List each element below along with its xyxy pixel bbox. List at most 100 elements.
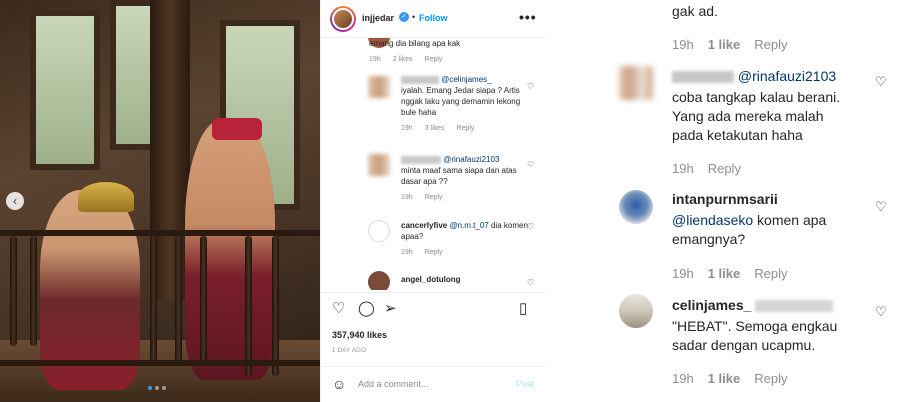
comment-text: komen apa: [757, 212, 827, 228]
reply-button[interactable]: Reply: [425, 247, 443, 258]
comment-time: 19h: [672, 37, 694, 52]
add-comment-bar: ☺ Post: [321, 366, 546, 402]
comment-like-heart-icon[interactable]: ♡: [875, 74, 887, 90]
comment-likes[interactable]: 3 likes: [425, 123, 445, 134]
baluster: [200, 236, 207, 366]
comment-meta: 19h 3 likes Reply: [401, 123, 531, 134]
comment-like-heart-icon[interactable]: ♡: [875, 304, 887, 320]
carousel-prev-button[interactable]: ‹: [6, 192, 24, 210]
blurred-username: [401, 155, 441, 164]
comment-avatar[interactable]: [619, 190, 653, 224]
bookmark-icon[interactable]: ▯: [519, 301, 527, 317]
post-comment-button[interactable]: Post: [516, 379, 534, 389]
comment-bubble-icon[interactable]: ◯: [358, 301, 375, 317]
share-plane-icon[interactable]: ➢: [384, 301, 397, 317]
zoom-comment: @rinafauzi2103: [672, 67, 836, 86]
comment-text: minta maaf sama siapa dan atas dasar apa…: [401, 166, 517, 186]
comment-mention[interactable]: @rinafauzi2103: [443, 155, 499, 164]
comment-text-line: "HEBAT". Semoga engkau: [672, 318, 838, 334]
comment-mention[interactable]: @celinjames_: [441, 75, 491, 84]
comment-avatar[interactable]: [368, 271, 390, 290]
more-dots-icon[interactable]: •••: [519, 9, 537, 25]
man-figure: [185, 120, 275, 380]
post-actions-bar: ♡ ◯ ➢ ▯: [321, 292, 546, 322]
profile-avatar[interactable]: [330, 6, 356, 32]
add-comment-input[interactable]: [358, 379, 508, 389]
comment-like-heart-icon[interactable]: ♡: [527, 82, 534, 91]
comment-avatar[interactable]: [368, 220, 390, 242]
comment-time: 19h: [401, 249, 413, 256]
comment-time: 19h: [401, 194, 413, 201]
comment-like-heart-icon[interactable]: ♡: [527, 160, 534, 169]
comment-username[interactable]: intanpurnmsarii: [672, 191, 778, 207]
comment-item: cancerlyfive @n.m.t_07 dia komen apaa? 1…: [401, 220, 531, 258]
heart-outline-icon[interactable]: ♡: [332, 301, 345, 317]
baluster: [150, 236, 157, 366]
comment-like-heart-icon[interactable]: ♡: [527, 222, 534, 231]
comment-like-heart-icon[interactable]: ♡: [875, 199, 887, 215]
comment-username[interactable]: cancerlyfive: [401, 221, 447, 230]
reply-button[interactable]: Reply: [754, 37, 787, 52]
comment-meta: 19h Reply: [401, 192, 531, 203]
baluster: [10, 236, 17, 346]
reply-button[interactable]: Reply: [457, 123, 475, 134]
comment-text: emang dia bilang apa kak: [369, 39, 461, 48]
comment-likes[interactable]: 2 likes: [393, 54, 413, 65]
blurred-avatar[interactable]: [619, 66, 653, 100]
baluster: [272, 236, 279, 376]
comment-text-line: sadar dengan ucapmu.: [672, 337, 816, 353]
carousel-dots: [148, 386, 166, 390]
comment-avatar[interactable]: [368, 154, 390, 176]
carousel-dot: [162, 386, 166, 390]
reply-button[interactable]: Reply: [754, 266, 787, 281]
comment-item: emang dia bilang apa kak 19h 2 likes Rep…: [369, 38, 537, 65]
comment-item: @celinjames_ iyalah. Emang Jedar siapa ?…: [401, 74, 531, 134]
comment-text-line: @liendaseko komen apa: [672, 211, 826, 230]
comment-text-line: pada ketakutan haha: [672, 127, 803, 143]
window-left: [30, 10, 100, 170]
baluster: [175, 236, 182, 366]
comment-likes[interactable]: 1 like: [708, 37, 741, 52]
post-username[interactable]: injjedar: [362, 13, 394, 23]
comments-list[interactable]: emang dia bilang apa kak 19h 2 likes Rep…: [321, 38, 546, 290]
comment-meta: 19h 2 likes Reply: [369, 54, 537, 65]
comment-item: angel_dotulong: [401, 274, 531, 285]
comment-avatar[interactable]: [619, 294, 653, 328]
comment-meta: 19h 1 like Reply: [672, 371, 787, 386]
carousel-dot: [155, 386, 159, 390]
man-headwrap: [212, 118, 262, 140]
comment-avatar[interactable]: [368, 76, 390, 98]
post-photo[interactable]: ‹: [0, 0, 320, 402]
comment-likes[interactable]: 1 like: [708, 266, 741, 281]
comment-time: 19h: [672, 371, 694, 386]
comment-meta: 19h 1 like Reply: [672, 266, 787, 281]
zoom-comment: celinjames_: [672, 296, 834, 315]
zoom-top-comment-text: gak ad.: [672, 3, 718, 19]
comment-mention[interactable]: @n.m.t_07: [450, 221, 489, 230]
reply-button[interactable]: Reply: [708, 161, 741, 176]
comment-like-heart-icon[interactable]: ♡: [527, 278, 534, 287]
comment-mention[interactable]: @liendaseko: [672, 212, 753, 228]
likes-count[interactable]: 357,940 likes: [332, 330, 387, 340]
blurred-username: [672, 71, 734, 84]
blurred-name-suffix: [755, 300, 834, 313]
post-header: injjedar ✓ • Follow •••: [321, 0, 546, 38]
baluster: [30, 236, 37, 346]
reply-button[interactable]: Reply: [425, 54, 443, 65]
reply-button[interactable]: Reply: [425, 192, 443, 203]
baluster: [245, 236, 252, 376]
comment-username[interactable]: angel_dotulong: [401, 275, 461, 284]
comment-username[interactable]: celinjames_: [672, 297, 751, 313]
comment-meta: 19h Reply: [672, 161, 741, 176]
comment-text-line: Yang ada mereka malah: [672, 108, 824, 124]
zoomed-comments: gak ad. 19h 1 like Reply @rinafauzi2103 …: [546, 0, 900, 402]
verified-badge-icon: ✓: [399, 12, 409, 22]
comment-likes[interactable]: 1 like: [708, 371, 741, 386]
follow-button[interactable]: Follow: [419, 13, 448, 23]
reply-button[interactable]: Reply: [754, 371, 787, 386]
comment-mention[interactable]: @rinafauzi2103: [738, 68, 836, 84]
emoji-icon[interactable]: ☺: [332, 376, 346, 392]
woman-crown: [78, 182, 134, 212]
carousel-dot: [148, 386, 152, 390]
railing-top: [0, 230, 320, 236]
